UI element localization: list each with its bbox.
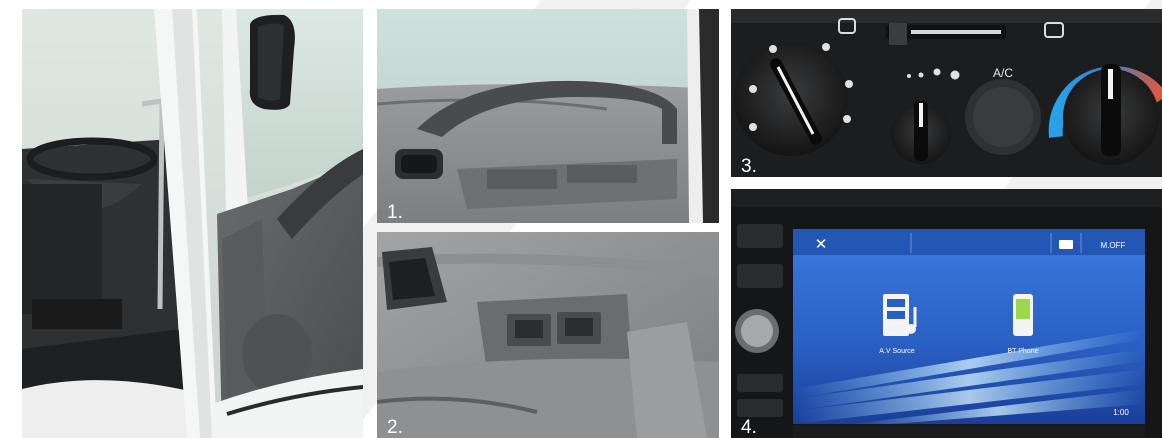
ac-button-label: A/C [993, 66, 1013, 80]
caption-number: 2. [387, 417, 403, 438]
window-switch-photo: 2. [377, 232, 719, 438]
camera-icon[interactable] [1059, 240, 1073, 249]
door-armrest-photo: 1. [377, 9, 719, 223]
clock: 1:00 [1113, 408, 1129, 417]
av-source-label: A.V Source [879, 348, 915, 355]
caption-number: 1. [387, 202, 403, 223]
caption-number: 4. [741, 417, 757, 438]
bt-phone-icon[interactable] [1013, 294, 1033, 336]
head-unit-photo: ✕ M.OFF A.V Source BT Phone 1:00 4. [731, 189, 1162, 438]
caption-number: 3. [741, 156, 757, 177]
bt-phone-label: BT Phone [1007, 348, 1038, 355]
cab-door-photo [22, 9, 363, 438]
ac-control-photo: A/C 3. [731, 9, 1162, 177]
mute-button[interactable]: M.OFF [1101, 241, 1126, 250]
close-icon[interactable]: ✕ [815, 236, 828, 253]
